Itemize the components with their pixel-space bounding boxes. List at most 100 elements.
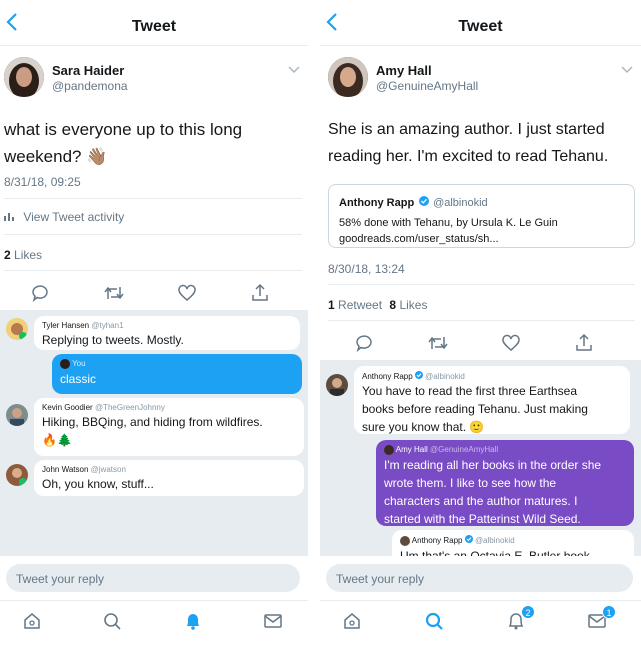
reply-text: I'm reading all her books in the order s… bbox=[384, 458, 602, 472]
avatar[interactable] bbox=[6, 318, 28, 340]
reply-icon[interactable] bbox=[354, 333, 376, 355]
divider bbox=[328, 320, 635, 321]
reply-author-name: Anthony Rapp bbox=[362, 372, 413, 381]
tweet-actions bbox=[320, 333, 641, 363]
quote-text: 58% done with Tehanu, by Ursula K. Le Gu… bbox=[339, 217, 558, 229]
reply-text: classic bbox=[60, 372, 97, 386]
divider bbox=[4, 198, 302, 199]
messages-badge: 1 bbox=[602, 605, 616, 619]
reply-author: You bbox=[60, 359, 294, 369]
home-icon[interactable] bbox=[22, 611, 44, 633]
reply-text: Hiking, BBQing, and hiding from wildfire… bbox=[42, 415, 263, 429]
tweet-text-line: weekend? 👋🏽 bbox=[4, 147, 108, 166]
verified-icon bbox=[414, 371, 425, 381]
share-icon[interactable] bbox=[250, 283, 272, 305]
chevron-down-icon[interactable] bbox=[288, 63, 300, 77]
reply-text: characters and the author matures. I bbox=[384, 494, 578, 508]
author-handle: @pandemona bbox=[52, 79, 128, 93]
tweet-text: She is an amazing author. I just started… bbox=[328, 116, 635, 170]
avatar[interactable] bbox=[326, 374, 348, 396]
verified-icon bbox=[418, 193, 433, 210]
reply-author: Kevin Goodier @TheGreenJohnny bbox=[42, 403, 296, 412]
quote-link[interactable]: goodreads.com/user_status/sh... bbox=[339, 231, 624, 247]
reply-text: Replying to tweets. Mostly. bbox=[42, 333, 184, 347]
divider bbox=[4, 234, 302, 235]
tweet-actions bbox=[0, 283, 308, 313]
notifications-badge: 2 bbox=[521, 605, 535, 619]
reply-text: wrote them. I like to see how the bbox=[384, 476, 557, 490]
verified-icon bbox=[464, 535, 475, 545]
author-handle: @GenuineAmyHall bbox=[376, 79, 479, 93]
reply-bubble: You classic bbox=[52, 354, 302, 394]
retweets-label: Retweet bbox=[338, 298, 383, 312]
search-icon[interactable] bbox=[424, 611, 446, 633]
reply-text: books before reading Tehanu. Just making bbox=[362, 402, 588, 416]
tweet-activity-link[interactable]: View Tweet activity bbox=[4, 210, 124, 224]
avatar[interactable] bbox=[4, 57, 44, 97]
reply-icon[interactable] bbox=[30, 283, 52, 305]
avatar[interactable] bbox=[6, 404, 28, 426]
bell-icon[interactable] bbox=[183, 611, 205, 633]
heart-icon[interactable] bbox=[177, 283, 199, 305]
reply-bar: Tweet your reply bbox=[320, 556, 641, 600]
quote-author-handle: @albinokid bbox=[433, 197, 488, 209]
reply-text: started with the Patterinst Wild Seed. bbox=[384, 512, 581, 526]
list-item[interactable]: Amy Hall @GenuineAmyHall I'm reading all… bbox=[376, 440, 634, 526]
retweet-icon[interactable] bbox=[427, 333, 449, 355]
list-item[interactable]: You classic bbox=[52, 354, 302, 394]
search-icon[interactable] bbox=[102, 611, 124, 633]
reply-author-handle: @jwatson bbox=[90, 465, 126, 474]
reply-author-handle: @GenuineAmyHall bbox=[430, 445, 499, 455]
tweet-text-line: reading her. I'm excited to read Tehanu. bbox=[328, 148, 609, 165]
mail-icon[interactable] bbox=[263, 611, 285, 633]
avatar bbox=[384, 445, 394, 455]
chevron-down-icon[interactable] bbox=[621, 63, 633, 77]
likes-count[interactable]: 2 Likes bbox=[4, 248, 42, 262]
tweet-author: Sara Haider @pandemona bbox=[4, 57, 302, 101]
likes-count[interactable]: 8 Likes bbox=[389, 298, 427, 312]
reply-author: Anthony Rapp @albinokid bbox=[400, 535, 626, 546]
quote-author: Anthony Rapp @albinokid bbox=[339, 193, 624, 211]
avatar bbox=[60, 359, 70, 369]
reply-bubble: Anthony Rapp @albinokid You have to read… bbox=[354, 366, 630, 434]
reply-input[interactable]: Tweet your reply bbox=[6, 564, 300, 592]
retweets-count[interactable]: 1 Retweet bbox=[328, 298, 385, 312]
retweets-number: 1 bbox=[328, 298, 335, 312]
reply-text: Oh, you know, stuff... bbox=[42, 477, 154, 491]
reply-author: Anthony Rapp @albinokid bbox=[362, 371, 622, 381]
reply-bubble: John Watson @jwatson Oh, you know, stuff… bbox=[34, 460, 304, 496]
author-name[interactable]: Amy Hall bbox=[376, 63, 432, 78]
retweet-icon[interactable] bbox=[103, 283, 125, 305]
reply-author-name: Tyler Hansen bbox=[42, 321, 90, 330]
share-icon[interactable] bbox=[574, 333, 596, 355]
tab-bar bbox=[0, 600, 308, 655]
reply-author: Amy Hall @GenuineAmyHall bbox=[384, 445, 626, 455]
tab-bar: 2 1 bbox=[320, 600, 641, 655]
heart-icon[interactable] bbox=[501, 333, 523, 355]
bell-icon[interactable]: 2 bbox=[506, 605, 535, 633]
reply-bubble: Amy Hall @GenuineAmyHall I'm reading all… bbox=[376, 440, 634, 526]
likes-number: 2 bbox=[4, 248, 11, 262]
likes-number: 8 bbox=[389, 298, 397, 312]
reply-thread: Anthony Rapp @albinokid You have to read… bbox=[320, 360, 641, 570]
left-phone-screen: Tweet Sara Haider @pandemona what is eve… bbox=[0, 0, 308, 655]
reply-author-name: You bbox=[72, 359, 86, 369]
reply-emoji: 🔥🌲 bbox=[42, 433, 72, 447]
list-item[interactable]: Kevin Goodier @TheGreenJohnny Hiking, BB… bbox=[6, 398, 306, 458]
home-icon[interactable] bbox=[342, 611, 364, 633]
author-name[interactable]: Sara Haider bbox=[52, 63, 124, 78]
list-item[interactable]: John Watson @jwatson Oh, you know, stuff… bbox=[6, 460, 306, 498]
bar-chart-icon bbox=[4, 210, 17, 224]
reply-input[interactable]: Tweet your reply bbox=[326, 564, 633, 592]
list-item[interactable]: Tyler Hansen @tyhan1 Replying to tweets.… bbox=[6, 316, 306, 354]
mail-icon[interactable]: 1 bbox=[587, 605, 616, 633]
tweet-timestamp: 8/30/18, 13:24 bbox=[328, 262, 405, 276]
divider bbox=[4, 270, 302, 271]
avatar[interactable] bbox=[6, 464, 28, 486]
quoted-tweet[interactable]: Anthony Rapp @albinokid 58% done with Te… bbox=[328, 184, 635, 248]
tweet-text-line: what is everyone up to this long bbox=[4, 120, 243, 139]
reply-bubble: Tyler Hansen @tyhan1 Replying to tweets.… bbox=[34, 316, 300, 350]
list-item[interactable]: Anthony Rapp @albinokid You have to read… bbox=[326, 366, 636, 436]
avatar[interactable] bbox=[328, 57, 368, 97]
reply-bubble: Kevin Goodier @TheGreenJohnny Hiking, BB… bbox=[34, 398, 304, 456]
